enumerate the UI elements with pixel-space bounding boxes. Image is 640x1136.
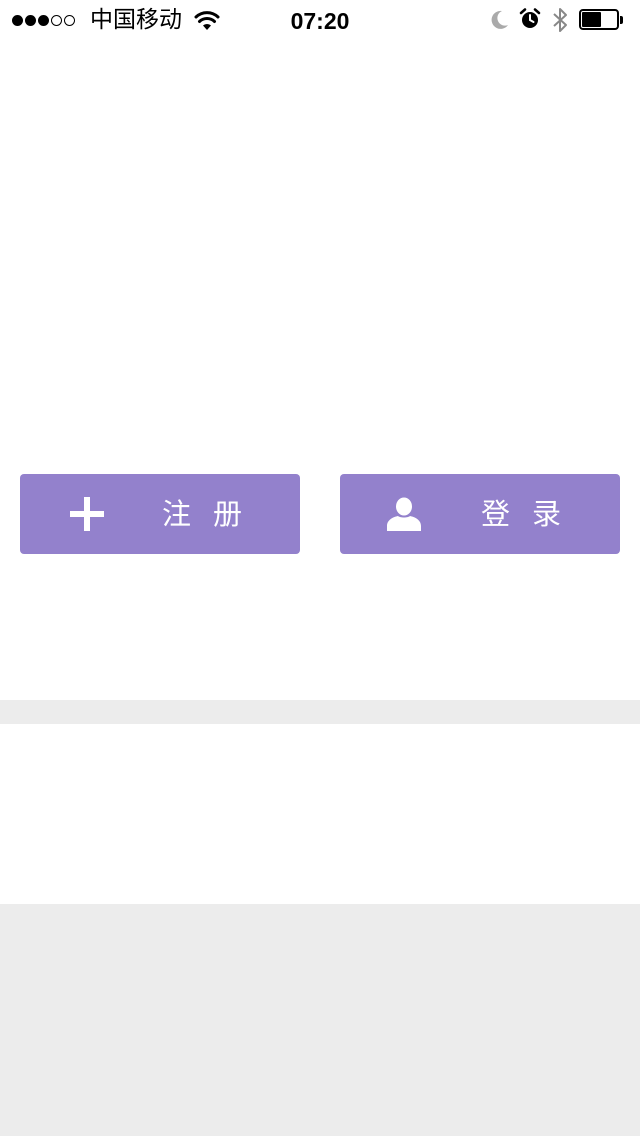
login-button[interactable]: 登录 xyxy=(340,474,620,554)
user-icon xyxy=(387,497,421,531)
welcome-panel xyxy=(0,40,640,700)
moon-icon xyxy=(491,10,508,29)
alarm-icon xyxy=(519,8,541,28)
status-time: 07:20 xyxy=(290,8,350,34)
register-button[interactable]: 注册 xyxy=(20,474,300,554)
battery-tip xyxy=(620,16,623,24)
register-label: 注册 xyxy=(162,497,265,531)
battery-level-fill xyxy=(582,12,601,27)
plus-icon xyxy=(70,497,104,531)
battery-icon xyxy=(579,9,623,31)
login-label: 登录 xyxy=(481,497,584,531)
content-band xyxy=(0,724,640,904)
bluetooth-icon xyxy=(553,8,567,32)
status-bar: 中国移动 07:20 xyxy=(0,0,640,40)
